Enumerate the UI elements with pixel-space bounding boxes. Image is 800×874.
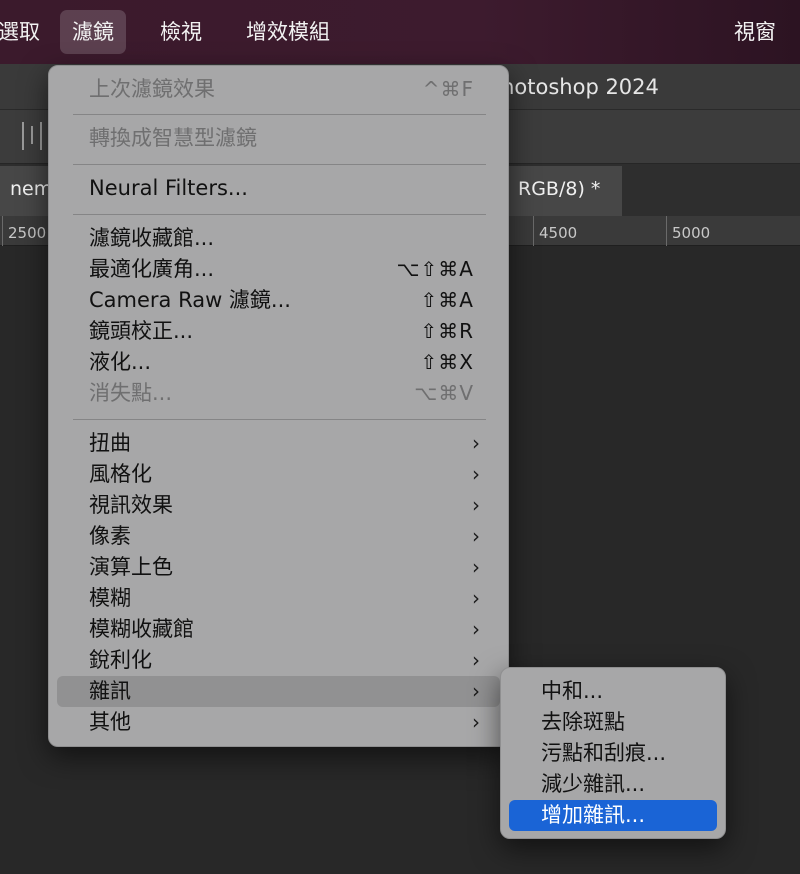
chevron-right-icon: › xyxy=(472,648,480,672)
chevron-right-icon: › xyxy=(472,462,480,486)
menu-item-label: Neural Filters... xyxy=(89,176,248,200)
menubar-window[interactable]: 視窗 xyxy=(722,10,788,54)
menu-item-label: 風格化 xyxy=(89,462,152,486)
submenu-pixelate[interactable]: 像素 › xyxy=(57,521,500,552)
menu-item-label: Camera Raw 濾鏡... xyxy=(89,288,291,312)
menu-bar: 選取 濾鏡 檢視 增效模組 視窗 xyxy=(0,0,800,64)
menu-item-liquify[interactable]: 液化... ⇧⌘X xyxy=(57,347,500,378)
chevron-right-icon: › xyxy=(472,617,480,641)
submenu-other[interactable]: 其他 › xyxy=(57,707,500,738)
menu-item-dust-scratches[interactable]: 污點和刮痕... xyxy=(509,738,717,769)
shortcut-label: ⇧⌘X xyxy=(420,350,474,374)
menu-item-label: 其他 xyxy=(89,710,131,734)
move-tool-icon[interactable] xyxy=(22,122,42,150)
menu-item-label: 上次濾鏡效果 xyxy=(89,77,215,101)
window-title: notoshop 2024 xyxy=(501,75,659,99)
menu-item-convert-smart-filter: 轉換成智慧型濾鏡 xyxy=(57,123,500,154)
ruler-tick: 4500 xyxy=(533,216,577,246)
menu-item-camera-raw[interactable]: Camera Raw 濾鏡... ⇧⌘A xyxy=(57,285,500,316)
menubar-filter[interactable]: 濾鏡 xyxy=(60,10,126,54)
menu-item-add-noise[interactable]: 增加雜訊... xyxy=(509,800,717,831)
chevron-right-icon: › xyxy=(472,524,480,548)
chevron-right-icon: › xyxy=(472,710,480,734)
chevron-right-icon: › xyxy=(472,493,480,517)
menu-separator xyxy=(73,164,486,165)
menu-item-filter-gallery[interactable]: 濾鏡收藏館... xyxy=(57,223,500,254)
document-tab-active[interactable]: RGB/8) * xyxy=(508,166,622,216)
menu-item-adaptive-wide-angle[interactable]: 最適化廣角... ⌥⇧⌘A xyxy=(57,254,500,285)
menu-item-label: 視訊效果 xyxy=(89,493,173,517)
chevron-right-icon: › xyxy=(472,586,480,610)
menu-item-label: 消失點... xyxy=(89,381,173,405)
menu-item-label: 銳利化 xyxy=(89,648,152,672)
shortcut-label: ⇧⌘A xyxy=(420,288,474,312)
menu-item-label: 模糊收藏館 xyxy=(89,617,194,641)
menu-item-reduce-noise[interactable]: 減少雜訊... xyxy=(509,769,717,800)
shortcut-label: ⌥⇧⌘A xyxy=(396,257,474,281)
chevron-right-icon: › xyxy=(472,679,480,703)
menu-item-label: 演算上色 xyxy=(89,555,173,579)
submenu-stylize[interactable]: 風格化 › xyxy=(57,459,500,490)
menu-separator xyxy=(73,114,486,115)
menu-item-label: 鏡頭校正... xyxy=(89,319,194,343)
submenu-sharpen[interactable]: 銳利化 › xyxy=(57,645,500,676)
shortcut-label: ^⌘F xyxy=(422,77,474,101)
menu-separator xyxy=(73,214,486,215)
submenu-render[interactable]: 演算上色 › xyxy=(57,552,500,583)
submenu-blur[interactable]: 模糊 › xyxy=(57,583,500,614)
menu-separator xyxy=(73,419,486,420)
shortcut-label: ⇧⌘R xyxy=(420,319,474,343)
submenu-distort[interactable]: 扭曲 › xyxy=(57,428,500,459)
ruler-tick: 5000 xyxy=(666,216,710,246)
chevron-right-icon: › xyxy=(472,431,480,455)
submenu-video[interactable]: 視訊效果 › xyxy=(57,490,500,521)
menu-item-lens-correction[interactable]: 鏡頭校正... ⇧⌘R xyxy=(57,316,500,347)
submenu-blur-gallery[interactable]: 模糊收藏館 › xyxy=(57,614,500,645)
menu-item-label: 像素 xyxy=(89,524,131,548)
noise-submenu: 中和... 去除斑點 污點和刮痕... 減少雜訊... 增加雜訊... xyxy=(500,667,726,839)
menubar-select[interactable]: 選取 xyxy=(0,10,52,54)
menu-item-label: 雜訊 xyxy=(89,679,131,703)
menu-item-median[interactable]: 中和... xyxy=(509,676,717,707)
submenu-noise[interactable]: 雜訊 › xyxy=(57,676,500,707)
menubar-view[interactable]: 檢視 xyxy=(148,10,214,54)
menu-item-label: 最適化廣角... xyxy=(89,257,215,281)
menu-item-label: 濾鏡收藏館... xyxy=(89,226,215,250)
menubar-plugins[interactable]: 增效模組 xyxy=(234,10,342,54)
menu-item-label: 轉換成智慧型濾鏡 xyxy=(89,126,257,150)
chevron-right-icon: › xyxy=(472,555,480,579)
menu-item-neural-filters[interactable]: Neural Filters... xyxy=(57,173,500,204)
menu-item-label: 模糊 xyxy=(89,586,131,610)
menu-item-despeckle[interactable]: 去除斑點 xyxy=(509,707,717,738)
menu-item-last-filter: 上次濾鏡效果 ^⌘F xyxy=(57,74,500,105)
ruler-tick: 2500 xyxy=(2,216,46,246)
menu-item-label: 液化... xyxy=(89,350,152,374)
menu-item-vanishing-point: 消失點... ⌥⌘V xyxy=(57,378,500,409)
shortcut-label: ⌥⌘V xyxy=(414,381,474,405)
menu-item-label: 扭曲 xyxy=(89,431,131,455)
filter-menu: 上次濾鏡效果 ^⌘F 轉換成智慧型濾鏡 Neural Filters... 濾鏡… xyxy=(48,65,509,747)
